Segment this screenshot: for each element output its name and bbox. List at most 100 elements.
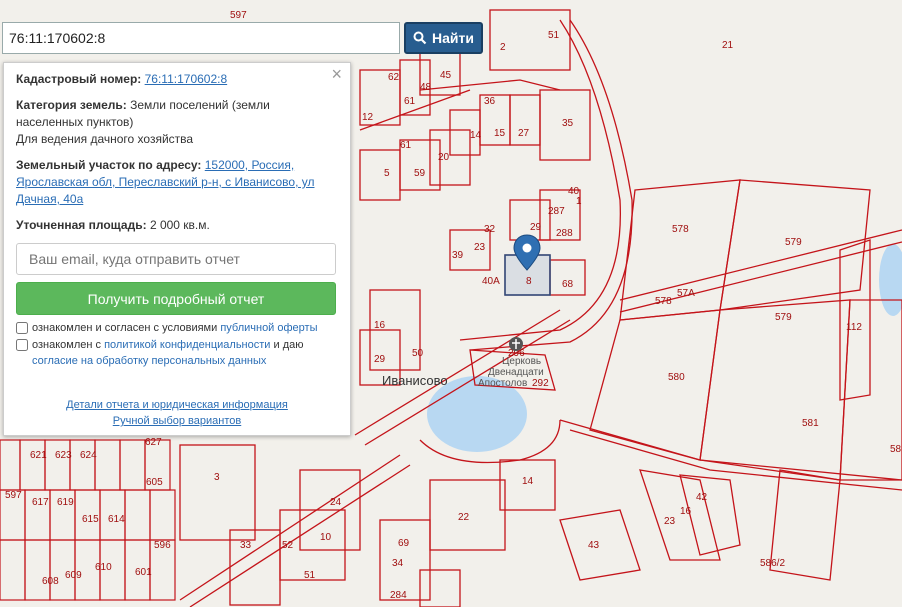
get-report-button[interactable]: Получить подробный отчет <box>16 282 336 315</box>
parcel-label: 578 <box>672 224 689 235</box>
search-value: 76:11:170602:8 <box>9 30 106 46</box>
parcel-label: 581 <box>802 418 819 429</box>
parcel-label: 2 <box>500 42 506 53</box>
parcel-label: 580 <box>668 372 685 383</box>
area-value: 2 000 кв.м. <box>149 218 210 232</box>
offer-text: ознакомлен и согласен с условиями <box>32 322 221 334</box>
parcel-label: 619 <box>57 497 74 508</box>
parcel-label: 10 <box>320 532 332 543</box>
parcel-label: 8 <box>526 276 532 287</box>
parcel-label: 50 <box>412 348 424 359</box>
village-label: Иванисово <box>382 373 448 388</box>
address-row: Земельный участок по адресу: 152000, Рос… <box>16 157 338 208</box>
parcel-label: 59 <box>414 168 426 179</box>
parcel-label: 51 <box>304 570 316 581</box>
parcel-label: 23 <box>664 516 676 527</box>
parcel-label: 42 <box>696 492 708 503</box>
footer-links: Детали отчета и юридическая информация Р… <box>16 397 338 429</box>
parcel-label: 284 <box>390 590 407 601</box>
parcel-label: 51 <box>548 30 560 41</box>
category-row: Категория земель: Земли поселений (земли… <box>16 97 338 148</box>
parcel-label: 14 <box>470 130 482 141</box>
parcel-label: 3 <box>214 472 220 483</box>
parcel-label: 608 <box>42 576 59 587</box>
offer-agreement: ознакомлен и согласен с условиями публич… <box>16 320 338 336</box>
parcel-label: 287 <box>548 206 565 217</box>
church-label: Церковь <box>502 356 541 367</box>
parcel-label: 34 <box>392 558 404 569</box>
email-field[interactable] <box>16 243 336 275</box>
parcel-label: 24 <box>330 497 342 508</box>
parcel-label: 33 <box>240 540 252 551</box>
parcel-label: 21 <box>722 40 734 51</box>
parcel-label: 29 <box>374 354 386 365</box>
offer-link[interactable]: публичной оферты <box>220 322 317 334</box>
parcel-label: 5 <box>384 168 390 179</box>
parcel-label: 36 <box>484 96 496 107</box>
parcel-label: 61 <box>404 96 416 107</box>
parcel-label: 58 <box>890 444 902 455</box>
search-button[interactable]: Найти <box>404 22 483 54</box>
church-label: Двенадцати <box>488 367 544 378</box>
search-button-label: Найти <box>432 30 474 46</box>
address-label: Земельный участок по адресу: <box>16 158 202 172</box>
parcel-label: 617 <box>32 497 49 508</box>
parcel-label: 579 <box>785 237 802 248</box>
parcel-label: 292 <box>532 378 549 389</box>
area-label: Уточненная площадь: <box>16 218 147 232</box>
usage-value: Для ведения дачного хозяйства <box>16 132 194 146</box>
parcel-label: 69 <box>398 538 410 549</box>
offer-checkbox[interactable] <box>16 322 28 334</box>
cadastral-row: Кадастровый номер: 76:11:170602:8 <box>16 71 338 88</box>
parcel-label: 615 <box>82 514 99 525</box>
parcel-label: 597 <box>5 490 22 501</box>
cadastral-number-link[interactable]: 76:11:170602:8 <box>145 72 228 86</box>
privacy-link[interactable]: политикой конфиденциальности <box>104 339 270 351</box>
parcel-label: 22 <box>458 512 470 523</box>
search-input[interactable]: 76:11:170602:8 <box>2 22 400 54</box>
parcel-label: 35 <box>562 118 574 129</box>
parcel-label: 605 <box>146 477 163 488</box>
parcel-label: 40А <box>482 276 500 287</box>
parcel-label: 57А <box>677 288 695 299</box>
parcel-label: 586/2 <box>760 558 785 569</box>
area-row: Уточненная площадь: 2 000 кв.м. <box>16 217 338 234</box>
parcel-label: 27 <box>518 128 530 139</box>
parcel-label: 61 <box>400 140 412 151</box>
parcel-label: 45 <box>440 70 452 81</box>
manual-selection-link[interactable]: Ручной выбор вариантов <box>16 413 338 429</box>
parcel-label: 614 <box>108 514 125 525</box>
parcel-label: 579 <box>775 312 792 323</box>
parcel-label: 12 <box>362 112 374 123</box>
privacy-agreement: ознакомлен с политикой конфиденциальност… <box>16 337 338 369</box>
parcel-label: 627 <box>145 437 162 448</box>
parcel-label: 288 <box>556 228 573 239</box>
parcel-label: 624 <box>80 450 97 461</box>
parcel-label: 16 <box>374 320 386 331</box>
parcel-label: 20 <box>438 152 450 163</box>
parcel-label: 623 <box>55 450 72 461</box>
parcel-label: 597 <box>230 10 247 21</box>
parcel-label: 43 <box>588 540 600 551</box>
parcel-label: 23 <box>474 242 486 253</box>
parcel-label: 32 <box>484 224 496 235</box>
parcel-label: 621 <box>30 450 47 461</box>
parcel-label: 68 <box>562 279 574 290</box>
consent-link[interactable]: согласие на обработку персональных данны… <box>32 355 266 367</box>
parcel-label: 14 <box>522 476 534 487</box>
parcel-label: 610 <box>95 562 112 573</box>
cadastral-label: Кадастровый номер: <box>16 72 142 86</box>
parcel-label: 15 <box>494 128 506 139</box>
parcel-info-panel: × Кадастровый номер: 76:11:170602:8 Кате… <box>3 62 351 436</box>
parcel-label: 39 <box>452 250 464 261</box>
parcel-label: 609 <box>65 570 82 581</box>
parcel-label: 578 <box>655 296 672 307</box>
privacy-and-text: и даю <box>270 339 304 351</box>
parcel-label: 601 <box>135 567 152 578</box>
parcel-label: 52 <box>282 540 294 551</box>
parcel-label: 596 <box>154 540 171 551</box>
details-link[interactable]: Детали отчета и юридическая информация <box>16 397 338 413</box>
search-icon <box>413 31 427 45</box>
privacy-checkbox[interactable] <box>16 339 28 351</box>
close-icon[interactable]: × <box>331 65 342 83</box>
